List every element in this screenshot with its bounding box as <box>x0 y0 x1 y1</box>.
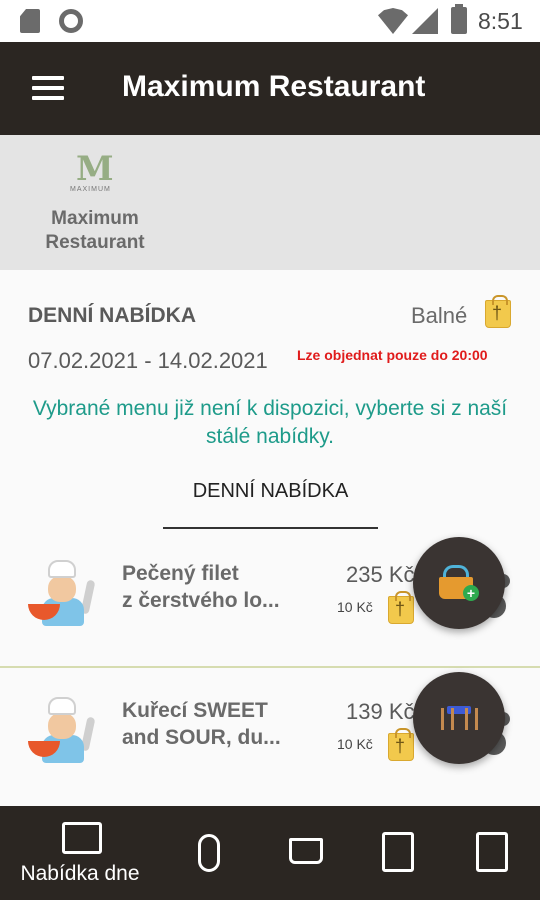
nav-daily-offer[interactable]: Nabídka dne <box>0 806 160 900</box>
app-bar: Maximum Restaurant <box>0 42 540 135</box>
restaurant-name: Maximum Restaurant <box>45 208 145 253</box>
chef-icon <box>28 697 100 769</box>
nav-daily-offer-label: Nabídka dne <box>20 862 140 885</box>
cart-icon <box>289 838 323 864</box>
takeaway-bag-icon[interactable] <box>485 295 511 328</box>
order-deadline: Lze objednat pouze do 20:00 <box>297 347 488 363</box>
tab-indicator <box>163 527 378 529</box>
table-reservation-icon <box>439 706 479 730</box>
battery-icon <box>451 4 467 34</box>
nav-orders[interactable] <box>368 806 428 900</box>
wifi-icon <box>378 8 408 34</box>
status-bar: 8:51 <box>0 0 540 42</box>
basket-add-icon: + <box>439 565 479 601</box>
restaurant-header: M MAXIMUM Maximum Restaurant <box>0 135 540 270</box>
table-reservation-fab[interactable] <box>413 672 505 764</box>
menu-item-price: 139 Kč <box>346 699 415 724</box>
nav-cart[interactable] <box>275 806 335 900</box>
offer-heading: DENNÍ NABÍDKA <box>28 304 196 327</box>
basket-fab[interactable]: + <box>413 537 505 629</box>
nav-receipts[interactable] <box>462 806 522 900</box>
restaurant-logo: M MAXIMUM <box>70 149 114 193</box>
takeaway-bag-icon <box>388 591 414 624</box>
takeaway-bag-icon <box>388 728 414 761</box>
packaging-price: 10 Kč <box>337 599 373 615</box>
tab-daily-offer[interactable]: DENNÍ NABÍDKA <box>163 480 378 503</box>
list-icon <box>382 832 414 872</box>
sd-card-icon <box>20 9 40 33</box>
clock: 8:51 <box>478 8 523 34</box>
cutlery-icon <box>198 834 220 872</box>
menu-item-name: Pečený filet z čerstvého lo... <box>122 562 280 612</box>
bottom-navigation: Nabídka dne <box>0 806 540 900</box>
offer-date-range: 07.02.2021 - 14.02.2021 <box>28 348 268 373</box>
menu-book-icon <box>62 822 102 854</box>
menu-icon[interactable] <box>32 76 64 100</box>
availability-notice: Vybrané menu již není k dispozici, vyber… <box>32 397 508 448</box>
packaging-price: 10 Kč <box>337 736 373 752</box>
divider <box>0 666 540 668</box>
chef-icon <box>28 560 100 632</box>
nav-menu[interactable] <box>180 806 240 900</box>
menu-item-price: 235 Kč <box>346 562 415 587</box>
delivery-mode[interactable]: Balné <box>411 303 467 329</box>
receipt-icon <box>476 832 508 872</box>
signal-icon <box>412 8 438 34</box>
app-title: Maximum Restaurant <box>122 70 426 103</box>
menu-item-name: Kuřecí SWEET and SOUR, du... <box>122 699 281 749</box>
sync-icon <box>59 9 83 33</box>
